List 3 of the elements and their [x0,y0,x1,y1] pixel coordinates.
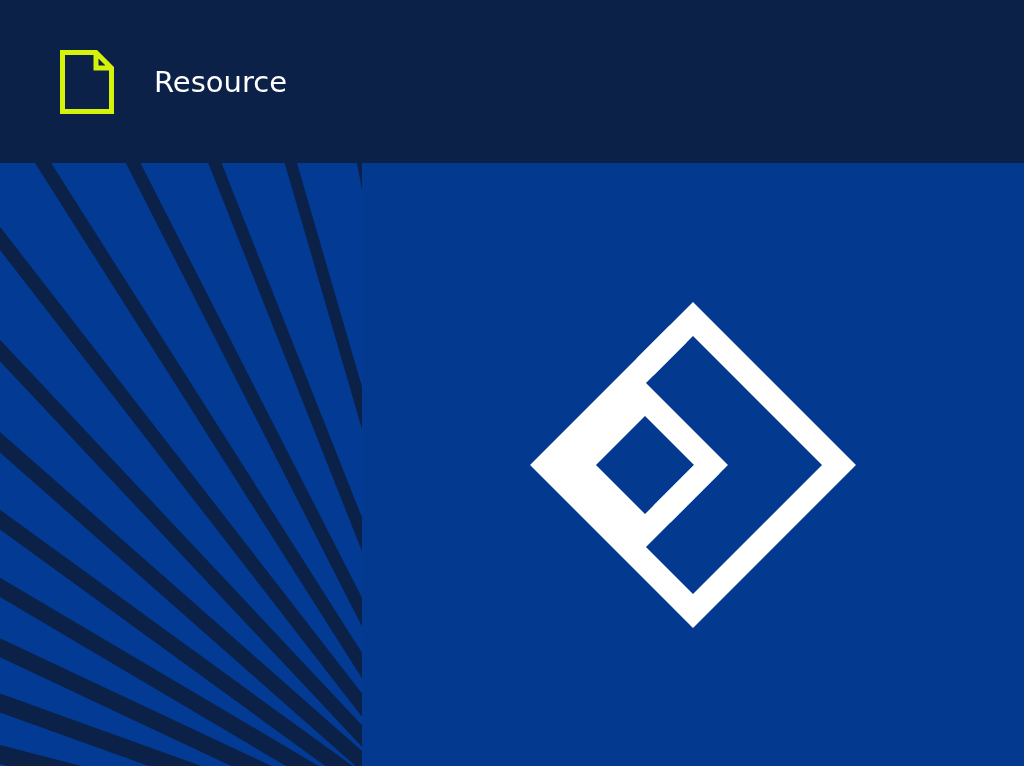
document-icon [60,49,114,114]
header-title: Resource [154,64,287,99]
diamond-logo-icon [530,301,856,628]
